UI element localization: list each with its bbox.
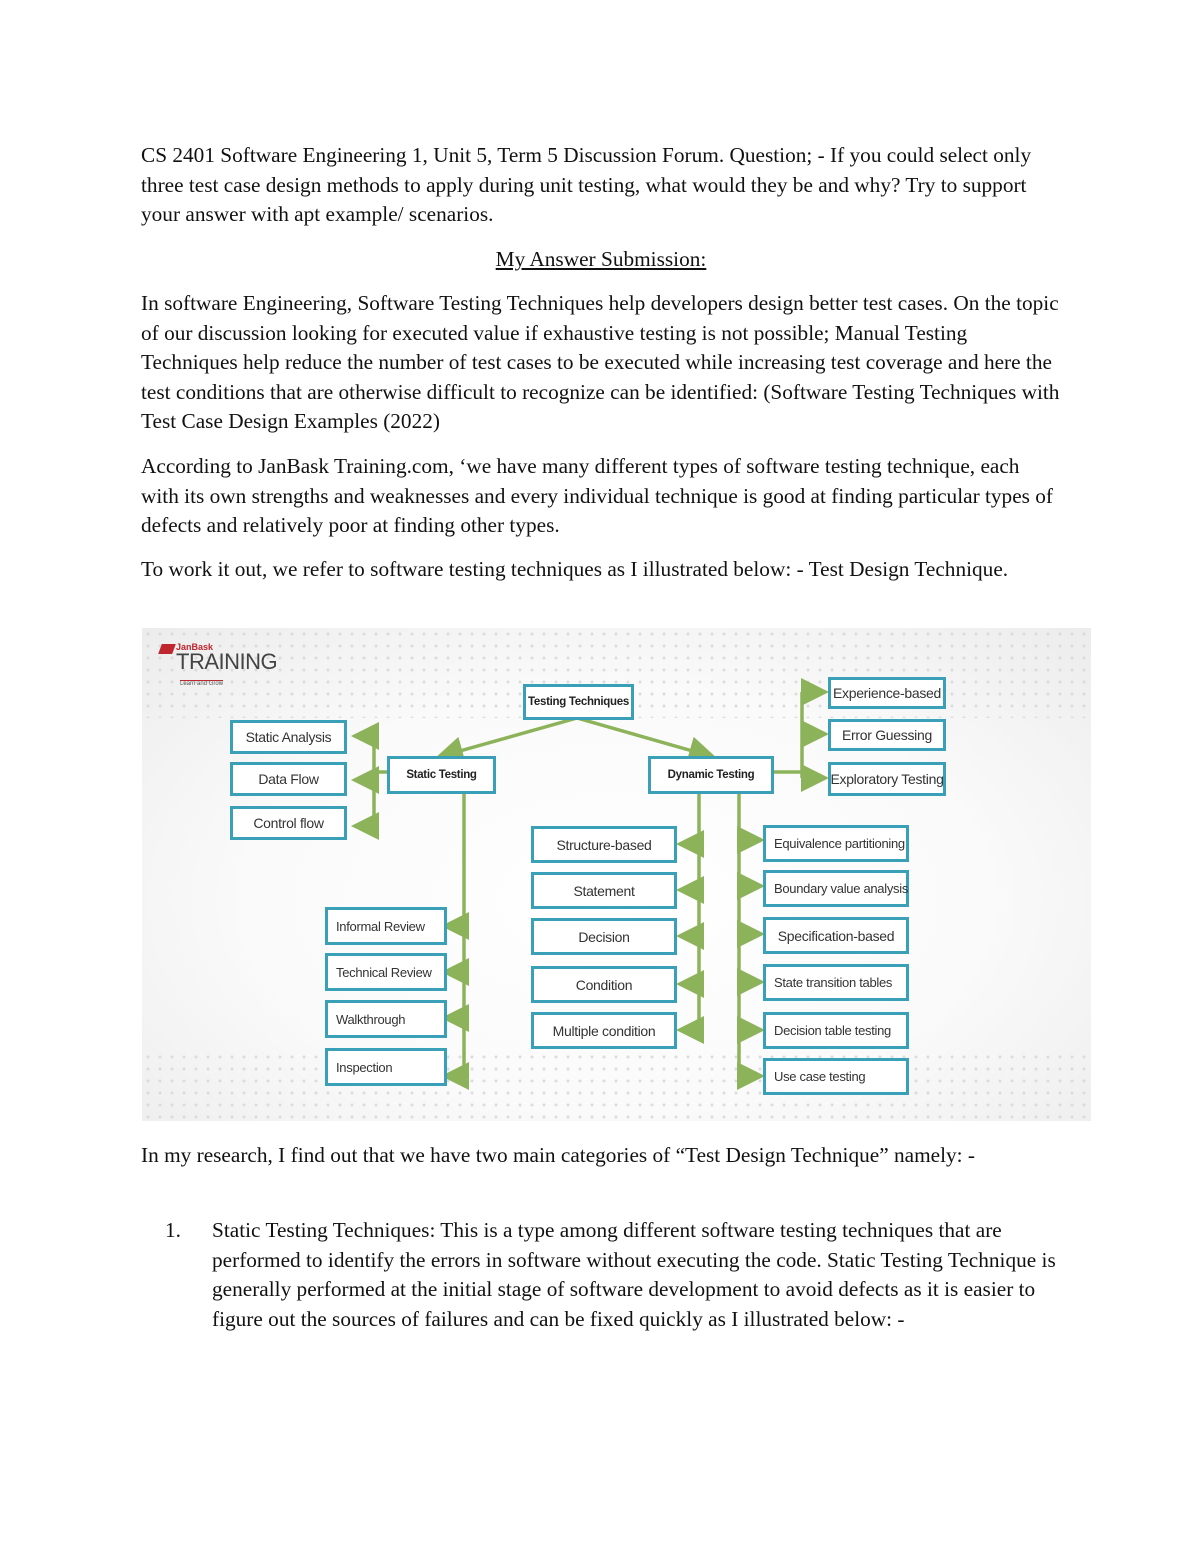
node-static-testing: Static Testing: [387, 756, 496, 794]
node-condition: Condition: [531, 966, 677, 1003]
node-technical-review: Technical Review: [325, 953, 447, 991]
list-item-text: Static Testing Techniques: This is a typ…: [212, 1218, 1056, 1331]
node-testing-techniques: Testing Techniques: [523, 684, 634, 720]
node-informal-review: Informal Review: [325, 907, 447, 945]
node-structure-based: Structure-based: [531, 826, 677, 863]
answer-heading: My Answer Submission:: [141, 245, 1061, 275]
node-specification-based: Specification-based: [763, 917, 909, 954]
paragraph-1: In software Engineering, Software Testin…: [141, 291, 1060, 433]
node-experience-based: Experience-based: [828, 677, 946, 709]
answer-heading-text: My Answer Submission:: [495, 247, 707, 271]
question-intro: CS 2401 Software Engineering 1, Unit 5, …: [141, 143, 1032, 226]
testing-techniques-figure: JanBask TRAINING Learn and Grow Testing …: [142, 628, 1091, 1121]
node-boundary-value-analysis: Boundary value analysis: [763, 870, 909, 907]
node-state-transition-tables: State transition tables: [763, 964, 909, 1001]
paragraph-3: To work it out, we refer to software tes…: [141, 557, 1009, 581]
paragraph-after-figure: In my research, I find out that we have …: [141, 1143, 976, 1167]
connector-root-static: [435, 716, 578, 764]
node-statement: Statement: [531, 872, 677, 909]
node-decision: Decision: [531, 918, 677, 955]
node-decision-table-testing: Decision table testing: [763, 1012, 909, 1049]
node-static-analysis: Static Analysis: [230, 720, 347, 754]
node-error-guessing: Error Guessing: [828, 719, 946, 751]
paragraph-2: According to JanBask Training.com, ‘we h…: [141, 454, 1054, 537]
node-equivalence-partitioning: Equivalence partitioning: [763, 825, 909, 862]
node-multiple-condition: Multiple condition: [531, 1012, 677, 1049]
node-control-flow: Control flow: [230, 806, 347, 840]
node-inspection: Inspection: [325, 1048, 447, 1086]
node-data-flow: Data Flow: [230, 762, 347, 796]
node-dynamic-testing: Dynamic Testing: [648, 756, 774, 794]
list-item-number: 1.: [165, 1218, 181, 1242]
node-use-case-testing: Use case testing: [763, 1058, 909, 1095]
connector-root-dynamic: [576, 716, 717, 764]
node-walkthrough: Walkthrough: [325, 1000, 447, 1038]
node-exploratory-testing: Exploratory Testing: [828, 762, 946, 796]
